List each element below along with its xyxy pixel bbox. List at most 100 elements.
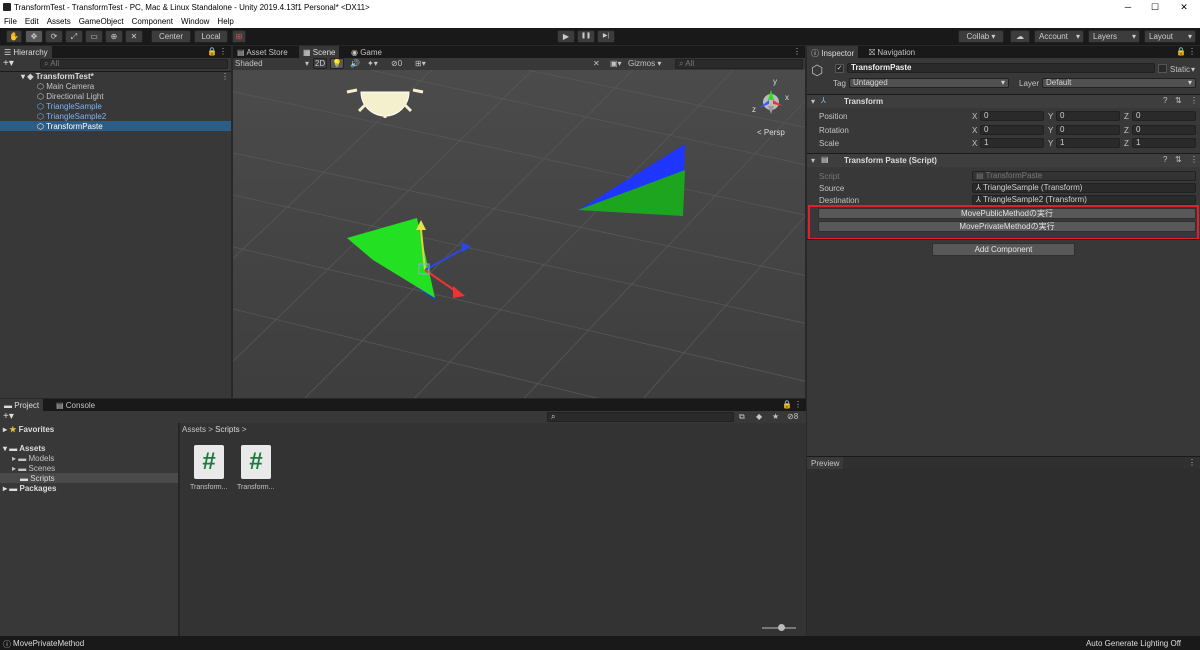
- icon-size-slider-thumb[interactable]: [778, 624, 785, 631]
- hierarchy-item-directional-light[interactable]: ⬡ Directional Light: [37, 92, 104, 101]
- menu-dots-icon[interactable]: ⋮: [1188, 47, 1196, 56]
- play-button[interactable]: ▶: [557, 30, 575, 43]
- folder-item-models[interactable]: ▸ ▬ Models: [12, 454, 54, 463]
- audio-toggle-icon[interactable]: 🔊: [350, 59, 360, 68]
- lighting-toggle-icon[interactable]: 💡: [330, 58, 344, 69]
- favorites-item[interactable]: ▸ ★ Favorites: [3, 425, 54, 434]
- custom-tool-icon[interactable]: ✕: [125, 30, 143, 43]
- lighting-status[interactable]: Auto Generate Lighting Off: [1086, 639, 1181, 648]
- csharp-script-icon[interactable]: #: [241, 445, 271, 479]
- snap-grid-icon[interactable]: ⊞: [232, 30, 246, 43]
- pivot-local-button[interactable]: Local: [194, 30, 228, 43]
- hidden-objects-icon[interactable]: ⊘0: [391, 59, 402, 68]
- preview-tab[interactable]: Preview: [807, 457, 844, 469]
- scale-x-field[interactable]: 1: [980, 138, 1044, 148]
- tab-inspector[interactable]: ⓘ Inspector: [807, 46, 859, 58]
- source-object-field[interactable]: ⅄ TriangleSample (Transform): [972, 183, 1196, 193]
- move-public-method-button[interactable]: MovePublicMethodの実行: [818, 208, 1196, 219]
- folder-item-scenes[interactable]: ▸ ▬ Scenes: [12, 464, 55, 473]
- collab-dropdown[interactable]: Collab ▾: [958, 30, 1004, 43]
- menu-window[interactable]: Window: [177, 14, 213, 26]
- tab-console[interactable]: ▤ Console: [52, 399, 99, 411]
- menu-gameobject[interactable]: GameObject: [75, 14, 128, 26]
- menu-dots-icon[interactable]: ⋮: [794, 400, 802, 409]
- favorite-star-icon[interactable]: ★: [772, 412, 779, 421]
- rotate-tool-icon[interactable]: ⟳: [45, 30, 63, 43]
- create-add-icon[interactable]: +▾: [3, 58, 14, 69]
- pivot-center-button[interactable]: Center: [151, 30, 191, 43]
- rect-tool-icon[interactable]: ▭: [85, 30, 103, 43]
- menu-dots-icon[interactable]: ⋮: [219, 47, 227, 56]
- rotation-y-field[interactable]: 0: [1056, 125, 1120, 135]
- grid-dropdown-icon[interactable]: ⊞▾: [415, 59, 426, 68]
- menu-assets[interactable]: Assets: [43, 14, 75, 26]
- preset-icon[interactable]: ⇅: [1175, 155, 1182, 164]
- scale-tool-icon[interactable]: ⤢: [65, 30, 83, 43]
- destination-object-field[interactable]: ⅄ TriangleSample2 (Transform): [972, 195, 1196, 205]
- lock-icon[interactable]: 🔒: [1176, 47, 1186, 56]
- menu-help[interactable]: Help: [213, 14, 237, 26]
- shading-mode-dropdown[interactable]: Shaded ▾: [235, 59, 309, 68]
- tab-hierarchy[interactable]: ☰ Hierarchy: [0, 46, 52, 58]
- script-component-header[interactable]: ▾ ▤ Transform Paste (Script) ? ⇅ ⋮: [807, 154, 1200, 167]
- hierarchy-item-main-camera[interactable]: ⬡ Main Camera: [37, 82, 94, 91]
- minimize-button[interactable]: ─: [1118, 1, 1138, 13]
- maximize-button[interactable]: ☐: [1145, 1, 1165, 13]
- 2d-toggle[interactable]: 2D: [313, 58, 327, 69]
- tab-scene[interactable]: ▦ Scene: [299, 46, 340, 58]
- perspective-label[interactable]: < Persp: [757, 128, 785, 137]
- step-button[interactable]: ▶|: [597, 30, 615, 43]
- packages-folder-item[interactable]: ▸ ▬ Packages: [3, 484, 56, 493]
- foldout-arrow-icon[interactable]: ▾: [811, 97, 815, 106]
- lock-icon[interactable]: 🔒: [782, 400, 792, 409]
- rotation-z-field[interactable]: 0: [1132, 125, 1196, 135]
- effects-dropdown-icon[interactable]: ✦▾: [367, 59, 378, 68]
- static-checkbox[interactable]: [1158, 64, 1167, 73]
- menu-dots-icon[interactable]: ⋮: [793, 47, 801, 56]
- tag-dropdown[interactable]: Untagged ▾: [849, 78, 1009, 88]
- tab-asset-store[interactable]: ▤ Asset Store: [233, 46, 292, 58]
- preset-icon[interactable]: ⇅: [1175, 96, 1182, 105]
- scene-view[interactable]: y x z < Persp: [233, 70, 805, 398]
- script-file-name[interactable]: Transform...: [190, 484, 227, 491]
- move-tool-icon[interactable]: ✥: [25, 30, 43, 43]
- lock-icon[interactable]: 🔒: [207, 47, 217, 56]
- search-by-label-icon[interactable]: ◆: [756, 412, 762, 421]
- layer-dropdown[interactable]: Default ▾: [1042, 78, 1196, 88]
- static-dropdown-icon[interactable]: ▾: [1191, 65, 1195, 74]
- layout-dropdown[interactable]: Layout ▾: [1144, 30, 1196, 43]
- menu-dots-icon[interactable]: ⋮: [1188, 458, 1196, 467]
- breadcrumb-assets[interactable]: Assets: [182, 425, 206, 434]
- folder-item-scripts[interactable]: ▬ Scripts: [20, 474, 55, 483]
- pause-button[interactable]: ❚❚: [577, 30, 595, 43]
- help-icon[interactable]: ?: [1163, 155, 1167, 164]
- help-icon[interactable]: ?: [1163, 96, 1167, 105]
- csharp-script-icon[interactable]: #: [194, 445, 224, 479]
- add-component-button[interactable]: Add Component: [932, 243, 1075, 256]
- hierarchy-item-triangle-sample2[interactable]: ⬡ TriangleSample2: [37, 112, 106, 121]
- tab-project[interactable]: ▬ Project: [0, 399, 44, 411]
- cloud-icon[interactable]: ☁: [1010, 30, 1030, 43]
- camera-settings-icon[interactable]: ▣▾: [610, 59, 622, 68]
- foldout-arrow-icon[interactable]: ▾: [811, 156, 815, 165]
- tab-navigation[interactable]: ⛝ Navigation: [865, 46, 919, 58]
- scale-z-field[interactable]: 1: [1132, 138, 1196, 148]
- position-y-field[interactable]: 0: [1056, 111, 1120, 121]
- tab-game[interactable]: ◉ Game: [347, 46, 386, 58]
- gizmos-dropdown[interactable]: Gizmos ▾: [628, 59, 668, 68]
- layers-dropdown[interactable]: Layers ▾: [1088, 30, 1140, 43]
- search-by-type-icon[interactable]: ⧉: [739, 412, 745, 422]
- menu-edit[interactable]: Edit: [21, 14, 43, 26]
- hierarchy-item-transform-paste[interactable]: ⬡ TransformPaste: [37, 122, 103, 131]
- scale-y-field[interactable]: 1: [1056, 138, 1120, 148]
- transform-tool-icon[interactable]: ⊕: [105, 30, 123, 43]
- script-file-name[interactable]: Transform...: [237, 484, 274, 491]
- menu-file[interactable]: File: [0, 14, 21, 26]
- create-add-icon[interactable]: +▾: [3, 411, 14, 422]
- scene-search-input[interactable]: ⌕ All: [675, 59, 803, 69]
- position-x-field[interactable]: 0: [980, 111, 1044, 121]
- close-button[interactable]: ✕: [1174, 1, 1194, 13]
- scene-root-item[interactable]: ▾ ◈ TransformTest*: [21, 72, 94, 81]
- hidden-packages-icon[interactable]: ⊘8: [787, 412, 798, 421]
- account-dropdown[interactable]: Account ▾: [1034, 30, 1084, 43]
